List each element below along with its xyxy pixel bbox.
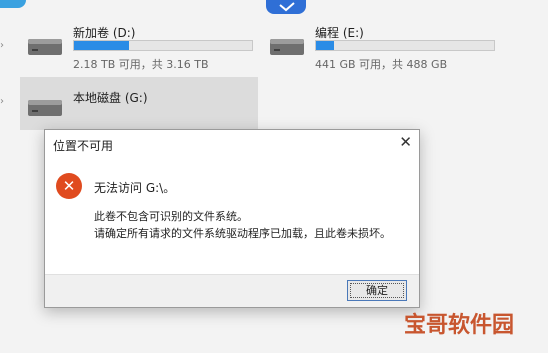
- dialog-title: 位置不可用: [53, 139, 114, 153]
- location-unavailable-dialog: 位置不可用 ✕ ✕ 无法访问 G:\。 此卷不包含可识别的文件系统。 请确定所有…: [44, 129, 420, 308]
- error-message: 无法访问 G:\。: [94, 181, 176, 195]
- drive-usage-bar: [315, 40, 495, 51]
- chevron-right-icon: ›: [0, 40, 4, 51]
- watermark: 宝哥软件园: [404, 313, 515, 338]
- drive-name: 新加卷 (D:): [73, 26, 136, 40]
- drive-usage-fill: [74, 41, 130, 50]
- drive-space: 441 GB 可用，共 488 GB: [315, 58, 448, 71]
- drive-name: 本地磁盘 (G:): [73, 91, 148, 105]
- error-icon: ✕: [56, 173, 82, 199]
- drive-usage-fill: [316, 41, 334, 50]
- drive-space: 2.18 TB 可用，共 3.16 TB: [73, 58, 209, 71]
- drive-usage-bar: [73, 40, 253, 51]
- error-detail-2: 请确定所有请求的文件系统驱动程序已加载，且此卷未损坏。: [94, 227, 391, 240]
- dialog-button-area: 确定: [45, 274, 419, 307]
- app-icon-partial: [266, 0, 306, 14]
- ok-button[interactable]: 确定: [347, 280, 407, 301]
- hard-drive-icon: [28, 39, 62, 55]
- error-detail-1: 此卷不包含可识别的文件系统。: [94, 210, 248, 223]
- hard-drive-icon: [270, 39, 304, 55]
- close-icon[interactable]: ✕: [399, 133, 412, 151]
- folder-icon-partial: [0, 0, 26, 8]
- hard-drive-icon: [28, 100, 62, 116]
- drive-name: 编程 (E:): [315, 26, 364, 40]
- chevron-right-icon: ›: [0, 96, 4, 107]
